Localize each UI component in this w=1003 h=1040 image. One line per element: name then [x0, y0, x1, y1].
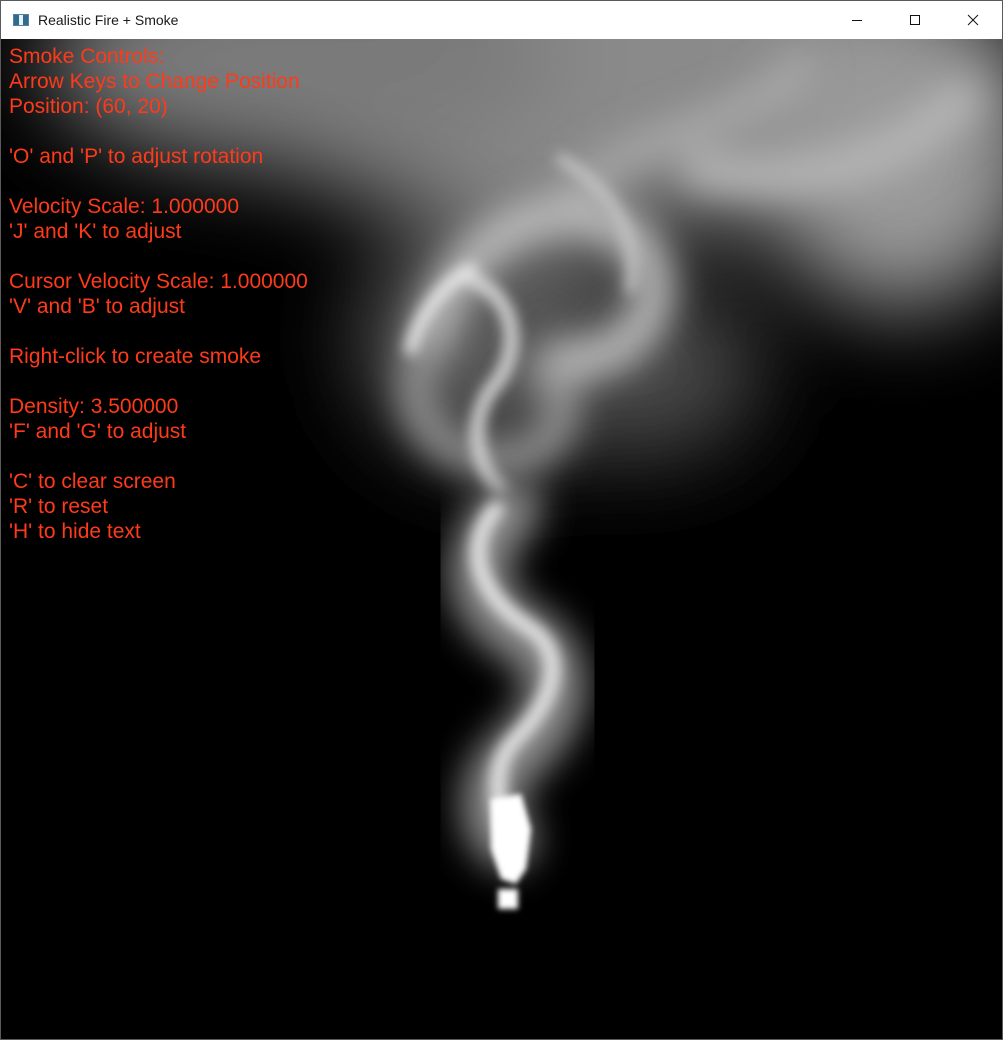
overlay-line: 'F' and 'G' to adjust — [9, 420, 187, 443]
window-controls — [828, 1, 1002, 39]
overlay-line: Cursor Velocity Scale: 1.000000 — [9, 270, 308, 293]
title-bar[interactable]: Realistic Fire + Smoke — [1, 1, 1002, 39]
overlay-line — [9, 169, 308, 194]
overlay-line: Right-click to create smoke — [9, 345, 262, 368]
close-icon — [967, 14, 979, 26]
window-title: Realistic Fire + Smoke — [38, 12, 179, 28]
minimize-button[interactable] — [828, 1, 886, 39]
overlay-line: Density: 3.500000 — [9, 395, 179, 418]
maximize-button[interactable] — [886, 1, 944, 39]
overlay-line — [9, 319, 308, 344]
maximize-icon — [910, 15, 920, 25]
app-window-icon — [13, 14, 29, 26]
overlay-line: 'J' and 'K' to adjust — [9, 220, 182, 243]
overlay-line: 'R' to reset — [9, 495, 109, 518]
overlay-line: 'O' and 'P' to adjust rotation — [9, 145, 264, 168]
overlay-line — [9, 444, 308, 469]
close-button[interactable] — [944, 1, 1002, 39]
overlay-line — [9, 369, 308, 394]
app-window: Realistic Fire + Smoke Smoke Controls: A… — [0, 0, 1003, 1040]
overlay-line: Position: (60, 20) — [9, 95, 168, 118]
overlay-line — [9, 244, 308, 269]
overlay-line: Smoke Controls: — [9, 45, 165, 68]
simulation-canvas[interactable]: Smoke Controls: Arrow Keys to Change Posi… — [1, 39, 1002, 1039]
overlay-line: Arrow Keys to Change Position — [9, 70, 300, 93]
minimize-icon — [852, 20, 862, 21]
overlay-line: 'H' to hide text — [9, 520, 141, 543]
overlay-line: 'C' to clear screen — [9, 470, 176, 493]
overlay-line — [9, 119, 308, 144]
overlay-line: Velocity Scale: 1.000000 — [9, 195, 239, 218]
overlay-line: 'V' and 'B' to adjust — [9, 295, 185, 318]
controls-overlay: Smoke Controls: Arrow Keys to Change Posi… — [9, 44, 308, 544]
